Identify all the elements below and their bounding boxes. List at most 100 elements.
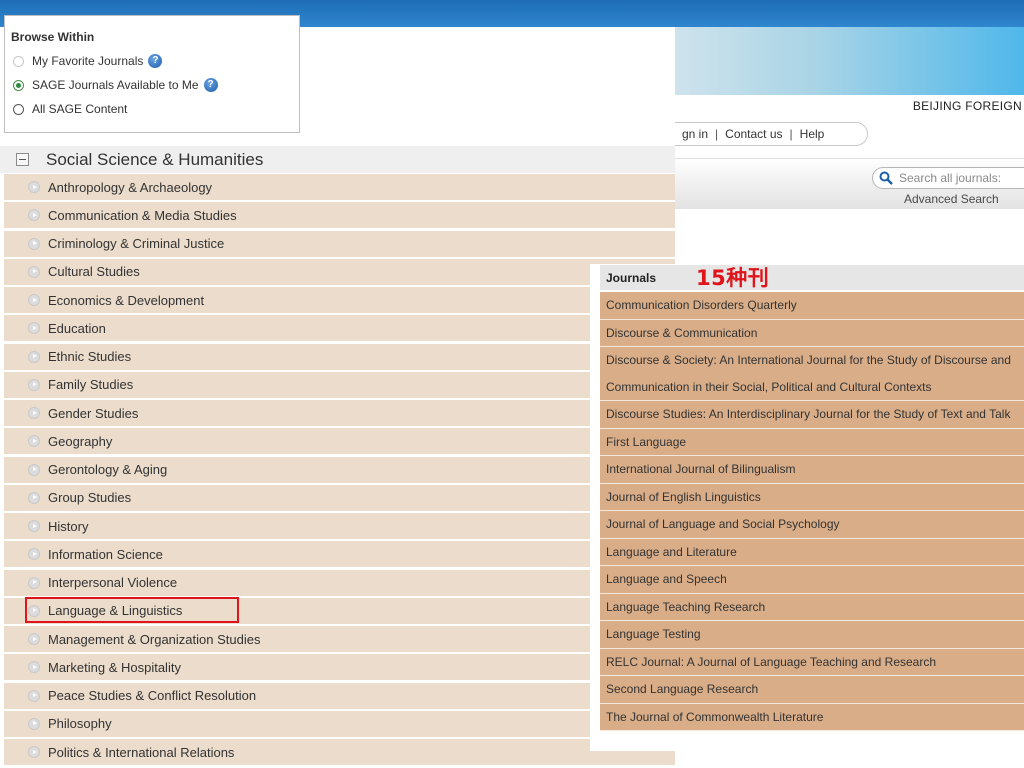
option-label: All SAGE Content: [32, 102, 128, 116]
option-label: SAGE Journals Available to Me: [32, 78, 199, 92]
category-item[interactable]: Gerontology & Aging: [4, 456, 675, 483]
category-item[interactable]: Philosophy: [4, 710, 675, 737]
radio-button[interactable]: [13, 103, 24, 115]
category-label: Criminology & Criminal Justice: [48, 236, 225, 251]
expand-arrow-icon: [28, 435, 40, 448]
category-label: Information Science: [48, 546, 163, 562]
option-all-sage-content[interactable]: All SAGE Content: [11, 97, 299, 121]
browse-within-title: Browse Within: [11, 30, 95, 44]
category-label: Geography: [48, 433, 113, 449]
journal-item[interactable]: Language Teaching Research: [600, 593, 1024, 621]
journal-item[interactable]: RELC Journal: A Journal of Language Teac…: [600, 648, 1024, 676]
journal-item[interactable]: Communication Disorders Quarterly: [600, 292, 1024, 320]
expand-arrow-icon: [28, 548, 40, 561]
journal-item[interactable]: The Journal of Commonwealth Literature: [600, 703, 1024, 731]
journal-item[interactable]: Second Language Research: [600, 676, 1024, 704]
journal-list: Communication Disorders Quarterly Discour…: [600, 292, 1024, 731]
expand-arrow-icon: [28, 463, 40, 476]
utility-links-bar: gn in | Contact us | Help: [675, 122, 868, 146]
category-item[interactable]: Economics & Development: [4, 287, 675, 313]
journals-panel: Journals 15种刊 Communication Disorders Qu…: [590, 264, 1024, 751]
radio-button-checked[interactable]: [13, 79, 24, 91]
journal-item[interactable]: Language Testing: [600, 621, 1024, 649]
sign-in-link[interactable]: gn in: [677, 127, 713, 141]
expand-arrow-icon: [28, 661, 40, 674]
category-label: Peace Studies & Conflict Resolution: [48, 688, 257, 703]
contact-us-link[interactable]: Contact us: [720, 127, 787, 141]
journal-item[interactable]: International Journal of Bilingualism: [600, 456, 1024, 484]
category-item[interactable]: Language & Linguistics: [4, 597, 675, 624]
site-header-image: [675, 27, 1024, 95]
category-item[interactable]: Communication & Media Studies: [4, 202, 675, 229]
search-icon: [879, 171, 893, 185]
category-item[interactable]: Education: [4, 315, 675, 342]
category-label: Communication & Media Studies: [48, 207, 237, 223]
journal-item[interactable]: Discourse Studies: An Interdisciplinary …: [600, 401, 1024, 429]
search-placeholder: Search all journals:: [899, 171, 1002, 185]
expand-arrow-icon: [28, 520, 40, 532]
expand-arrow-icon: [28, 604, 40, 617]
category-item[interactable]: Politics & International Relations: [4, 739, 675, 765]
category-item[interactable]: Marketing & Hospitality: [4, 654, 675, 681]
journal-item[interactable]: Discourse & Society: An International Jo…: [600, 347, 1024, 401]
journal-count-annotation: 15种刊: [696, 266, 770, 290]
category-item[interactable]: Cultural Studies: [4, 258, 675, 285]
category-item[interactable]: Ethnic Studies: [4, 343, 675, 370]
category-label: Group Studies: [48, 490, 132, 506]
browse-within-panel: Browse Within My Favorite Journals ? SAG…: [4, 15, 300, 133]
category-label: Cultural Studies: [48, 264, 140, 280]
journal-item[interactable]: Journal of Language and Social Psycholog…: [600, 511, 1024, 539]
category-title: Social Science & Humanities: [46, 149, 264, 169]
expand-arrow-icon: [28, 633, 40, 645]
expand-arrow-icon: [28, 717, 40, 730]
journals-header: Journals: [600, 265, 1024, 290]
option-sage-journals-available[interactable]: SAGE Journals Available to Me ?: [11, 73, 299, 97]
journal-item[interactable]: Discourse & Communication: [600, 319, 1024, 347]
category-label: Education: [48, 320, 106, 336]
expand-arrow-icon: [28, 576, 40, 589]
category-item[interactable]: Family Studies: [4, 371, 675, 398]
journal-item[interactable]: Language and Speech: [600, 566, 1024, 594]
collapse-icon[interactable]: [16, 153, 29, 166]
divider: |: [789, 127, 793, 141]
expand-arrow-icon: [28, 265, 40, 278]
divider: |: [715, 127, 719, 141]
search-input[interactable]: Search all journals:: [872, 167, 1024, 189]
category-item[interactable]: History: [4, 513, 675, 539]
category-item[interactable]: Geography: [4, 428, 675, 455]
help-icon[interactable]: ?: [148, 54, 163, 68]
category-label: Management & Organization Studies: [48, 631, 261, 647]
option-my-favorite-journals[interactable]: My Favorite Journals ?: [11, 49, 299, 73]
advanced-search-link[interactable]: Advanced Search: [904, 192, 999, 206]
radio-button[interactable]: [13, 55, 24, 67]
help-link[interactable]: Help: [795, 127, 830, 141]
category-item[interactable]: Criminology & Criminal Justice: [4, 230, 675, 257]
category-label: Gender Studies: [48, 405, 139, 421]
expand-arrow-icon: [28, 181, 40, 193]
category-label: Ethnic Studies: [48, 349, 132, 364]
expand-arrow-icon: [28, 407, 40, 419]
expand-arrow-icon: [28, 209, 40, 222]
category-item[interactable]: Group Studies: [4, 484, 675, 511]
category-label: Marketing & Hospitality: [48, 659, 181, 675]
category-label: Gerontology & Aging: [48, 462, 168, 477]
category-header[interactable]: Social Science & Humanities: [0, 146, 675, 173]
category-item[interactable]: Information Science: [4, 541, 675, 568]
expand-arrow-icon: [28, 689, 40, 702]
category-item[interactable]: Interpersonal Violence: [4, 569, 675, 596]
category-item[interactable]: Peace Studies & Conflict Resolution: [4, 682, 675, 709]
journal-item[interactable]: Language and Literature: [600, 538, 1024, 566]
expand-arrow-icon: [28, 491, 40, 504]
journal-item[interactable]: Journal of English Linguistics: [600, 483, 1024, 511]
help-icon[interactable]: ?: [203, 78, 218, 92]
journal-item[interactable]: First Language: [600, 428, 1024, 456]
option-label: My Favorite Journals: [32, 54, 144, 68]
category-item[interactable]: Gender Studies: [4, 400, 675, 426]
expand-arrow-icon: [28, 746, 40, 758]
institution-name: BEIJING FOREIGN: [912, 99, 1022, 113]
category-label: Family Studies: [48, 377, 134, 393]
expand-arrow-icon: [28, 350, 40, 363]
category-item[interactable]: Anthropology & Archaeology: [4, 174, 675, 200]
category-item[interactable]: Management & Organization Studies: [4, 626, 675, 652]
category-label: Language & Linguistics: [48, 603, 183, 619]
